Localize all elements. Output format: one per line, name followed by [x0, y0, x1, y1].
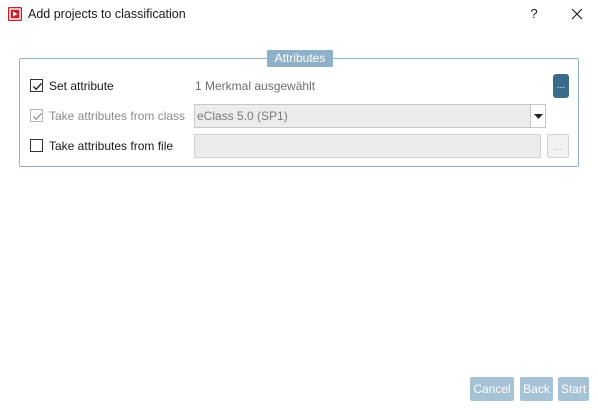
set-attribute-label: Set attribute — [49, 79, 114, 93]
cancel-button[interactable]: Cancel — [470, 377, 514, 401]
attributes-group-title: Attributes — [267, 50, 333, 67]
set-attribute-checkbox[interactable] — [30, 79, 43, 92]
close-icon[interactable] — [566, 3, 588, 25]
class-select-value: eClass 5.0 (SP1) — [197, 109, 288, 123]
from-file-checkbox[interactable] — [30, 139, 43, 152]
from-file-label: Take attributes from file — [49, 139, 174, 153]
start-button[interactable]: Start — [558, 377, 589, 401]
class-select[interactable]: eClass 5.0 (SP1) — [194, 104, 546, 128]
app-icon — [8, 7, 22, 21]
window-title: Add projects to classification — [28, 7, 186, 21]
selected-attributes-text: 1 Merkmal ausgewählt — [195, 79, 316, 93]
chevron-down-icon[interactable] — [530, 105, 545, 127]
select-attributes-button[interactable]: ... — [553, 74, 569, 98]
from-class-checkbox — [30, 109, 43, 122]
from-class-label: Take attributes from class — [49, 109, 186, 123]
title-bar: Add projects to classification ? — [0, 0, 598, 30]
file-path-input — [194, 134, 541, 158]
browse-file-button-label: ... — [553, 142, 563, 153]
back-button[interactable]: Back — [520, 377, 553, 401]
select-attributes-button-label: ... — [556, 80, 566, 91]
help-button[interactable]: ? — [523, 3, 545, 25]
browse-file-button: ... — [547, 134, 569, 158]
